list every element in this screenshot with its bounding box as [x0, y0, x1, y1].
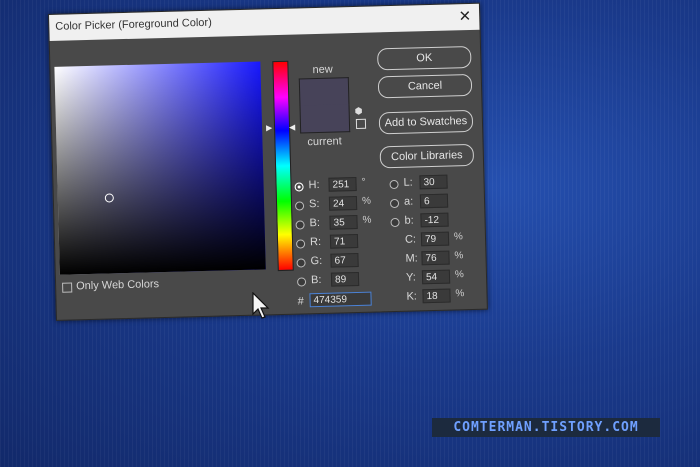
mouse-cursor-icon	[252, 292, 270, 319]
lab-b-radio[interactable]	[390, 217, 400, 228]
saturation-input[interactable]: 24	[328, 195, 358, 211]
hue-input[interactable]: 251	[328, 176, 357, 192]
hue-slider[interactable]	[272, 60, 294, 272]
saturation-radio[interactable]	[294, 201, 305, 211]
hue-slider-left-arrow-icon[interactable]: ▶	[266, 123, 272, 132]
lab-l-label: L:	[403, 176, 413, 189]
ok-button[interactable]: OK	[377, 45, 472, 71]
red-input[interactable]: 71	[329, 233, 359, 249]
add-to-swatches-button[interactable]: Add to Swatches	[378, 109, 474, 135]
lab-a-radio[interactable]	[389, 198, 400, 209]
red-radio[interactable]	[295, 239, 306, 249]
red-label: R:	[309, 235, 322, 249]
hex-label: #	[297, 295, 304, 308]
saturation-unit: %	[361, 195, 372, 207]
black-label: K:	[406, 290, 418, 303]
cube-icon[interactable]: ⬢	[355, 106, 363, 117]
magenta-unit: %	[454, 250, 464, 262]
current-color-label: current	[307, 135, 342, 149]
yellow-label: Y:	[405, 271, 416, 284]
black-input[interactable]: 18	[422, 288, 451, 304]
lab-b-input[interactable]: -12	[420, 212, 449, 228]
lab-a-input[interactable]: 6	[419, 193, 449, 209]
hue-radio[interactable]	[294, 182, 304, 192]
new-color-label: new	[312, 63, 333, 77]
title-bar: Color Picker (Foreground Color) ✕	[49, 3, 480, 41]
green-label: G:	[310, 254, 323, 268]
black-unit: %	[455, 288, 465, 300]
current-color-swatch[interactable]	[299, 104, 351, 134]
only-web-colors-checkbox[interactable]	[62, 282, 73, 293]
window-title: Color Picker (Foreground Color)	[55, 16, 212, 33]
cyan-input[interactable]: 79	[420, 231, 450, 247]
blue-radio[interactable]	[296, 277, 307, 287]
brightness-label: B:	[309, 216, 321, 230]
lab-a-label: a:	[403, 195, 414, 208]
hue-unit: °	[361, 176, 366, 188]
brightness-unit: %	[362, 214, 372, 226]
hue-slider-right-arrow-icon[interactable]: ◀	[289, 123, 295, 132]
new-color-swatch	[298, 77, 350, 107]
lab-l-input[interactable]: 30	[419, 174, 448, 190]
color-field-marker[interactable]	[104, 193, 114, 203]
saturation-label: S:	[308, 197, 320, 211]
yellow-unit: %	[454, 269, 465, 281]
green-radio[interactable]	[296, 258, 306, 268]
lab-l-radio[interactable]	[389, 179, 399, 190]
magenta-input[interactable]: 76	[421, 250, 450, 266]
blue-input[interactable]: 89	[330, 271, 360, 287]
green-input[interactable]: 67	[330, 252, 359, 268]
hue-label: H:	[308, 178, 320, 192]
blue-label: B:	[310, 273, 322, 287]
yellow-input[interactable]: 54	[421, 269, 451, 285]
brightness-radio[interactable]	[295, 220, 305, 230]
cyan-label: C:	[404, 233, 417, 246]
saturation-brightness-field[interactable]	[54, 61, 266, 275]
close-icon[interactable]: ✕	[458, 7, 471, 25]
only-web-colors-label: Only Web Colors	[75, 278, 160, 293]
cancel-button[interactable]: Cancel	[377, 73, 473, 99]
cyan-unit: %	[453, 231, 464, 243]
watermark: COMTERMAN.TISTORY.COM	[432, 418, 660, 437]
websafe-icon[interactable]	[355, 118, 367, 129]
color-picker-dialog: Color Picker (Foreground Color) ✕ ▶ ◀ ne…	[48, 2, 488, 321]
color-libraries-button[interactable]: Color Libraries	[379, 143, 475, 169]
brightness-input[interactable]: 35	[329, 214, 358, 230]
hex-input[interactable]: 474359	[309, 291, 372, 308]
magenta-label: M:	[405, 252, 418, 265]
lab-b-label: b:	[404, 214, 414, 227]
